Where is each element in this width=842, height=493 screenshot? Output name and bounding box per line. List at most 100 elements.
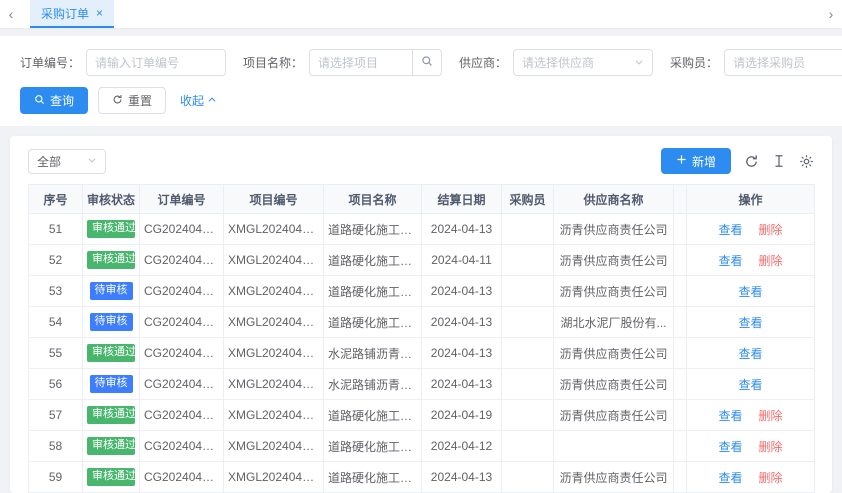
settle-date-cell: 2024-04-11 bbox=[422, 245, 502, 276]
view-link[interactable]: 查看 bbox=[738, 347, 762, 361]
status-cell: 审核通过 bbox=[83, 431, 140, 462]
refresh-icon bbox=[112, 94, 123, 108]
tabs-scroll-left-arrow[interactable]: ‹ bbox=[0, 0, 22, 28]
delete-link[interactable]: 删除 bbox=[759, 440, 783, 454]
add-button[interactable]: 新增 bbox=[661, 148, 731, 174]
actions-cell: 查看 删除 bbox=[687, 400, 815, 431]
buyer-placeholder: 请选择采购员 bbox=[733, 54, 805, 71]
buyer-select[interactable]: 请选择采购员 bbox=[724, 49, 842, 76]
add-button-label: 新增 bbox=[692, 153, 716, 170]
actions-cell: 查看 bbox=[687, 338, 815, 369]
col-header-project-no: 项目编号 bbox=[224, 185, 324, 214]
table-row: 56 待审核 CG2024041300... XMGL202404110202 … bbox=[29, 369, 815, 400]
collapse-link[interactable]: 收起 bbox=[180, 92, 217, 109]
status-cell: 审核通过 bbox=[83, 214, 140, 245]
table-row: 52 审核通过 CG2024041300... XMGL202404100018… bbox=[29, 245, 815, 276]
col-header-actions: 操作 bbox=[687, 185, 815, 214]
project-name-input-group bbox=[309, 49, 442, 76]
order-no-label: 订单编号： bbox=[20, 54, 80, 71]
orders-card: 全部 新增 bbox=[10, 136, 832, 493]
view-link[interactable]: 查看 bbox=[718, 471, 742, 485]
project-no-cell: XMGL202404100018 bbox=[224, 431, 324, 462]
table-row: 58 审核通过 CG2024041300... XMGL202404100018… bbox=[29, 431, 815, 462]
buyer-cell bbox=[502, 276, 554, 307]
settle-date-cell: 2024-04-13 bbox=[422, 369, 502, 400]
seq-cell: 51 bbox=[29, 214, 83, 245]
supplier-cell: 沥青供应商责任公司 bbox=[554, 214, 674, 245]
project-name-cell: 水泥路铺沥青改造... bbox=[324, 369, 422, 400]
actions-cell: 查看 删除 bbox=[687, 214, 815, 245]
search-button-label: 查询 bbox=[50, 92, 74, 109]
toolbar-right: 新增 bbox=[661, 148, 814, 174]
gear-icon[interactable] bbox=[799, 154, 814, 169]
delete-link[interactable]: 删除 bbox=[759, 254, 783, 268]
delete-link[interactable]: 删除 bbox=[759, 223, 783, 237]
delete-link[interactable]: 删除 bbox=[759, 471, 783, 485]
delete-link[interactable]: 删除 bbox=[759, 409, 783, 423]
actions-cell: 查看 删除 bbox=[687, 431, 815, 462]
buyer-cell bbox=[502, 338, 554, 369]
buyer-cell bbox=[502, 369, 554, 400]
supplier-placeholder: 请选择供应商 bbox=[522, 54, 594, 71]
tab-bar: ‹ 采购订单 × › bbox=[0, 0, 842, 28]
supplier-cell bbox=[554, 431, 674, 462]
collapse-link-label: 收起 bbox=[180, 92, 204, 109]
gap-cell bbox=[674, 214, 687, 245]
filter-panel: 订单编号： 项目名称： 供应商： 请选择供应商 bbox=[0, 36, 842, 126]
status-badge: 待审核 bbox=[90, 313, 133, 331]
order-no-cell: CG2024041300... bbox=[140, 338, 224, 369]
view-link[interactable]: 查看 bbox=[718, 440, 742, 454]
tab-close-icon[interactable]: × bbox=[96, 6, 103, 20]
seq-cell: 55 bbox=[29, 338, 83, 369]
view-link[interactable]: 查看 bbox=[738, 285, 762, 299]
seq-cell: 53 bbox=[29, 276, 83, 307]
order-no-cell: CG2024041300... bbox=[140, 400, 224, 431]
view-link[interactable]: 查看 bbox=[718, 254, 742, 268]
project-no-cell: XMGL202404100018 bbox=[224, 462, 324, 493]
refresh-icon[interactable] bbox=[744, 154, 759, 169]
project-search-button[interactable] bbox=[412, 49, 442, 76]
order-no-input[interactable] bbox=[86, 49, 226, 76]
project-name-label: 项目名称： bbox=[243, 54, 303, 71]
tabs-scroll-right-arrow[interactable]: › bbox=[820, 0, 842, 28]
col-header-supplier: 供应商名称 bbox=[554, 185, 674, 214]
supplier-cell: 沥青供应商责任公司 bbox=[554, 338, 674, 369]
search-icon bbox=[34, 94, 45, 108]
search-button[interactable]: 查询 bbox=[20, 87, 88, 114]
status-badge: 审核通过 bbox=[87, 344, 135, 362]
scope-select-value: 全部 bbox=[37, 153, 61, 170]
order-no-cell: CG2024041300... bbox=[140, 307, 224, 338]
reset-button[interactable]: 重置 bbox=[98, 87, 166, 114]
order-no-cell: CG2024041200... bbox=[140, 462, 224, 493]
actions-cell: 查看 bbox=[687, 369, 815, 400]
scope-select[interactable]: 全部 bbox=[28, 149, 106, 174]
order-no-cell: CG2024041300... bbox=[140, 245, 224, 276]
view-link[interactable]: 查看 bbox=[718, 409, 742, 423]
supplier-select[interactable]: 请选择供应商 bbox=[513, 49, 653, 76]
gap-cell bbox=[674, 276, 687, 307]
view-link[interactable]: 查看 bbox=[738, 316, 762, 330]
tab-purchase-orders[interactable]: 采购订单 × bbox=[30, 0, 114, 28]
settle-date-cell: 2024-04-13 bbox=[422, 462, 502, 493]
settle-date-cell: 2024-04-13 bbox=[422, 214, 502, 245]
status-badge: 审核通过 bbox=[87, 220, 135, 238]
col-header-order-no: 订单编号 bbox=[140, 185, 224, 214]
row-height-icon[interactable] bbox=[772, 154, 786, 168]
project-name-input[interactable] bbox=[309, 49, 413, 76]
status-badge: 审核通过 bbox=[87, 406, 135, 424]
status-cell: 待审核 bbox=[83, 276, 140, 307]
status-cell: 审核通过 bbox=[83, 338, 140, 369]
project-name-cell: 道路硬化施工项目 bbox=[324, 400, 422, 431]
view-link[interactable]: 查看 bbox=[738, 378, 762, 392]
filter-project-name: 项目名称： bbox=[243, 49, 442, 76]
status-cell: 审核通过 bbox=[83, 400, 140, 431]
project-no-cell: XMGL202404100018 bbox=[224, 245, 324, 276]
table-header-row: 序号 审核状态 订单编号 项目编号 项目名称 结算日期 采购员 供应商名称 操作 bbox=[29, 185, 815, 214]
chevron-up-icon bbox=[207, 94, 217, 108]
gap-cell bbox=[674, 369, 687, 400]
filter-order-no: 订单编号： bbox=[20, 49, 226, 76]
seq-cell: 54 bbox=[29, 307, 83, 338]
supplier-label: 供应商： bbox=[459, 54, 507, 71]
col-header-buyer: 采购员 bbox=[502, 185, 554, 214]
view-link[interactable]: 查看 bbox=[718, 223, 742, 237]
